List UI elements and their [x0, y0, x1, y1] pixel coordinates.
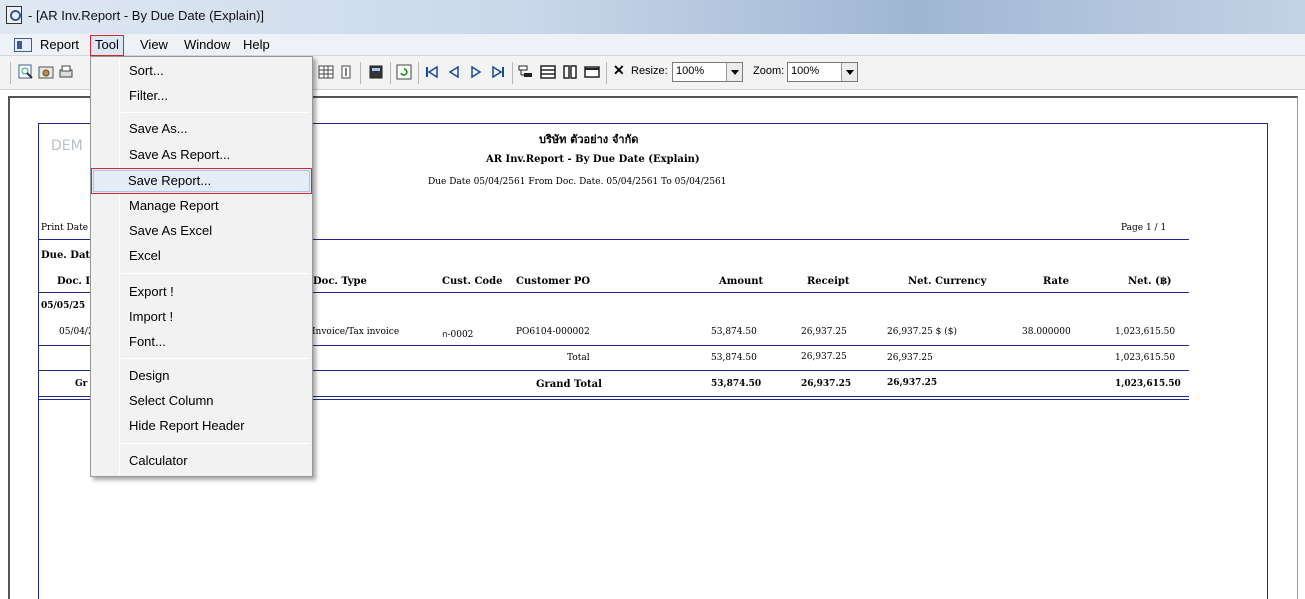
row-net-baht: 1,023,615.50 — [1115, 327, 1176, 337]
menu-item-save-report[interactable]: Save Report... — [91, 168, 312, 194]
menu-item-select-column[interactable]: Select Column — [93, 389, 310, 413]
menu-item-import[interactable]: Import ! — [93, 305, 310, 329]
menu-item-manage-report[interactable]: Manage Report — [93, 194, 310, 218]
chevron-down-icon[interactable] — [841, 63, 857, 81]
menu-help[interactable]: Help — [243, 37, 270, 52]
grand-total-label: Grand Total — [536, 379, 602, 390]
window-system-icon[interactable] — [14, 38, 32, 52]
preview-icon[interactable] — [18, 64, 34, 80]
watermark-text: DEM — [51, 138, 83, 154]
col-receipt: Receipt — [807, 276, 850, 287]
col-doc-type: Doc. Type — [313, 276, 367, 287]
grand-total-amount: 53,874.50 — [711, 379, 762, 389]
grand-total-receipt: 26,937.25 — [801, 379, 852, 389]
menu-item-sort[interactable]: Sort... — [93, 59, 310, 83]
menu-item-export[interactable]: Export ! — [93, 280, 310, 304]
row-rate: 38.000000 — [1022, 327, 1071, 337]
tree-view-icon[interactable] — [518, 64, 534, 80]
last-page-icon[interactable] — [490, 64, 506, 80]
report-subtitle: Due Date 05/04/2561 From Doc. Date. 05/0… — [428, 177, 727, 187]
group-date: 05/05/25 — [41, 301, 86, 311]
zoom-combo[interactable]: 100% — [787, 62, 858, 82]
total-net-currency: 26,937.25 — [887, 353, 933, 363]
menu-separator — [121, 443, 309, 444]
zoom-label: Zoom: — [753, 65, 785, 77]
row-doc-type: Invoice/Tax invoice — [312, 327, 400, 337]
toolbar-separator — [512, 62, 513, 84]
app-icon — [6, 6, 22, 24]
calculator-icon[interactable] — [368, 64, 384, 80]
window-title: - [AR Inv.Report - By Due Date (Explain)… — [28, 8, 265, 23]
col-amount: Amount — [719, 276, 764, 287]
toolbar-separator — [606, 62, 607, 84]
grid-icon[interactable] — [318, 64, 334, 80]
total-net-baht: 1,023,615.50 — [1115, 353, 1176, 363]
total-receipt: 26,937.25 — [801, 352, 847, 362]
print-date-label: Print Date — [41, 223, 89, 233]
rows-view-icon[interactable] — [540, 64, 556, 80]
group-header: Due. Dat — [41, 250, 91, 261]
menu-item-calculator[interactable]: Calculator — [93, 449, 310, 473]
previous-page-icon[interactable] — [446, 64, 462, 80]
menu-item-hide-report-header[interactable]: Hide Report Header — [93, 414, 310, 438]
chevron-down-icon[interactable] — [726, 63, 742, 81]
row-height-icon[interactable] — [338, 64, 354, 80]
title-bar: - [AR Inv.Report - By Due Date (Explain)… — [0, 0, 1305, 34]
settings-icon[interactable] — [38, 64, 54, 80]
menu-tool[interactable]: Tool — [90, 35, 124, 56]
grand-total-net-baht: 1,023,615.50 — [1115, 379, 1181, 389]
col-doc: Doc. I — [57, 276, 91, 287]
zoom-value: 100% — [791, 65, 820, 77]
tool-dropdown-menu: Sort... Filter... Save As... Save As Rep… — [90, 56, 313, 477]
col-rate: Rate — [1043, 276, 1070, 287]
close-icon[interactable]: ✕ — [613, 62, 625, 79]
columns-view-icon[interactable] — [562, 64, 578, 80]
resize-label: Resize: — [631, 65, 668, 77]
total-label: Total — [567, 353, 590, 363]
menu-item-save-as[interactable]: Save As... — [93, 117, 310, 141]
toolbar-separator — [390, 62, 391, 84]
menu-item-design[interactable]: Design — [93, 364, 310, 388]
first-page-icon[interactable] — [424, 64, 440, 80]
grand-total-left-label: Gr — [75, 379, 88, 389]
toolbar-separator — [360, 62, 361, 84]
menu-item-save-as-report[interactable]: Save As Report... — [93, 143, 310, 167]
print-icon[interactable] — [58, 64, 74, 80]
menu-separator — [121, 112, 309, 113]
menu-item-excel[interactable]: Excel — [93, 244, 310, 268]
resize-combo[interactable]: 100% — [672, 62, 743, 82]
menu-item-save-as-excel[interactable]: Save As Excel — [93, 219, 310, 243]
report-title: AR Inv.Report - By Due Date (Explain) — [486, 154, 700, 165]
menu-item-font[interactable]: Font... — [93, 330, 310, 354]
col-net-currency: Net. Currency — [908, 276, 987, 287]
toolbar-grip — [10, 62, 11, 84]
row-amount: 53,874.50 — [711, 327, 757, 337]
refresh-icon[interactable] — [396, 64, 412, 80]
row-customer-po: PO6104-000002 — [516, 327, 590, 337]
menu-bar: Report Tool View Window Help — [0, 34, 1305, 56]
col-net-baht: Net. (฿) — [1128, 276, 1172, 287]
menu-report[interactable]: Report — [40, 37, 79, 52]
resize-value: 100% — [676, 65, 705, 77]
total-amount: 53,874.50 — [711, 353, 757, 363]
row-cust-code: ก-0002 — [442, 330, 474, 340]
menu-view[interactable]: View — [140, 37, 168, 52]
row-receipt: 26,937.25 — [801, 327, 847, 337]
menu-separator — [121, 273, 309, 274]
col-customer-po: Customer PO — [516, 276, 591, 287]
menu-item-filter[interactable]: Filter... — [93, 84, 310, 108]
col-cust-code: Cust. Code — [442, 276, 503, 287]
toolbar-separator — [418, 62, 419, 84]
single-page-icon[interactable] — [584, 64, 600, 80]
page-number: Page 1 / 1 — [1121, 223, 1167, 233]
menu-separator — [121, 358, 309, 359]
grand-total-net-currency: 26,937.25 — [887, 378, 938, 388]
row-net-currency: 26,937.25 $ ($) — [887, 327, 958, 337]
menu-window[interactable]: Window — [184, 37, 230, 52]
company-name: บริษัท ตัวอย่าง จำกัด — [539, 133, 639, 146]
next-page-icon[interactable] — [468, 64, 484, 80]
row-doc: 05/04/2 — [59, 327, 94, 337]
